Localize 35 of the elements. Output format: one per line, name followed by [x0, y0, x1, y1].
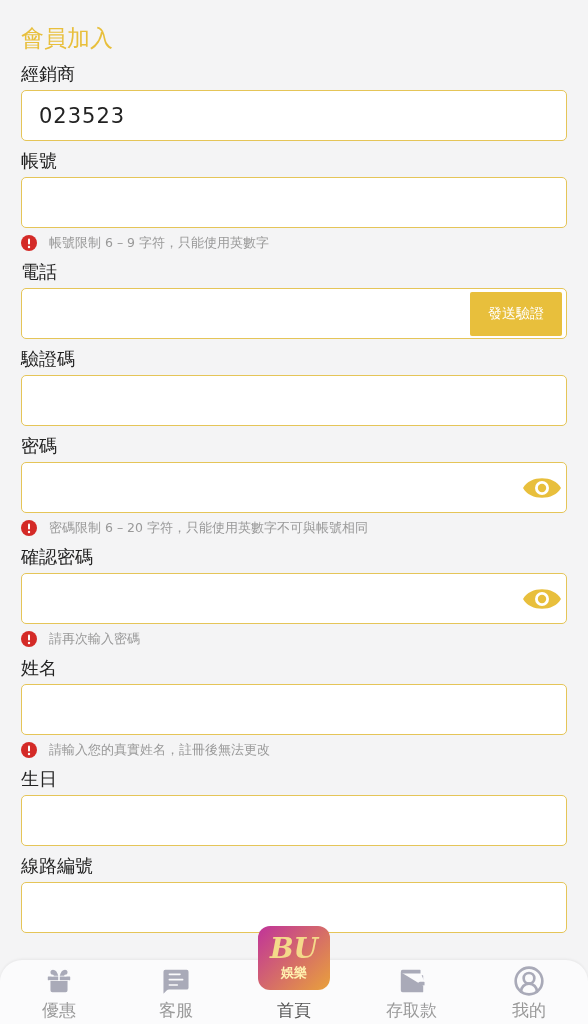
input-field[interactable]	[21, 177, 567, 228]
input-field[interactable]: 023523	[21, 90, 567, 141]
page-title: 會員加入	[21, 24, 114, 52]
field-label: 驗證碼	[21, 347, 75, 371]
nav-item[interactable]: 首頁	[277, 999, 311, 1022]
user-icon	[513, 965, 546, 997]
field-label: 姓名	[21, 656, 57, 680]
hint-text: 帳號限制 6 – 9 字符，只能使用英數字	[49, 234, 270, 252]
send-code-button[interactable]: 發送驗證	[470, 291, 562, 336]
input-field[interactable]	[21, 795, 567, 846]
alert-icon	[21, 631, 37, 647]
field-label: 生日	[21, 767, 57, 791]
hint-text: 請再次輸入密碼	[49, 630, 140, 648]
alert-icon	[21, 742, 37, 758]
field-label: 確認密碼	[21, 545, 93, 569]
field-label: 經銷商	[21, 62, 75, 86]
field-label: 電話	[21, 260, 57, 284]
input-field[interactable]	[21, 462, 567, 513]
hint-text: 密碼限制 6 – 20 字符，只能使用英數字不可與帳號相同	[49, 519, 368, 537]
hint-text: 請輸入您的真實姓名，註冊後無法更改	[49, 741, 270, 759]
field-label: 線路編號	[21, 854, 93, 878]
field-label: 帳號	[21, 149, 57, 173]
input-field[interactable]	[21, 684, 567, 735]
nav-item[interactable]: 我的	[470, 960, 588, 1024]
alert-icon	[21, 520, 37, 536]
nav-item[interactable]: 客服	[117, 960, 236, 1024]
field-label: 密碼	[21, 434, 57, 458]
input-field[interactable]	[21, 375, 567, 426]
nav-item[interactable]: 優惠	[0, 960, 118, 1024]
input-field[interactable]	[21, 882, 567, 933]
logo[interactable]: BU 娛樂	[258, 926, 330, 990]
input-field[interactable]	[21, 573, 567, 624]
alert-icon	[21, 235, 37, 251]
nav-item[interactable]: 存取款	[352, 960, 471, 1024]
input-field[interactable]: 發送驗證	[21, 288, 567, 339]
